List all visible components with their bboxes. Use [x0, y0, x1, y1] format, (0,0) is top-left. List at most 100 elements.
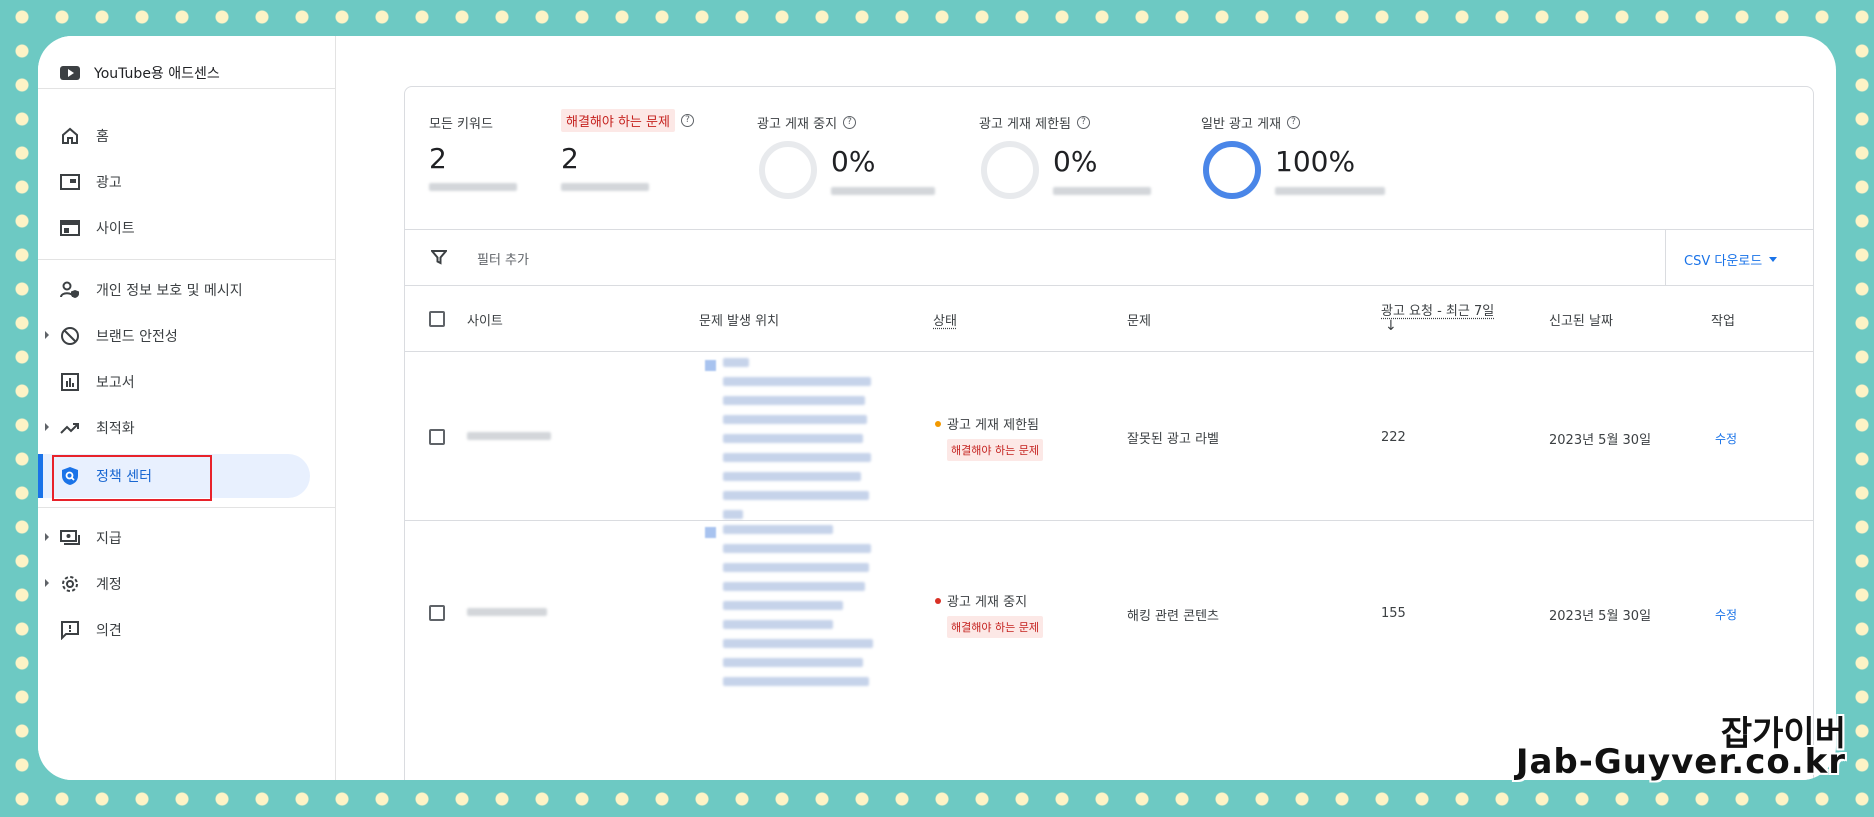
stat-label: 모든 키워드: [429, 117, 493, 132]
help-icon[interactable]: ?: [680, 114, 694, 127]
payments-icon: [60, 528, 80, 548]
stat-label: 일반 광고 게재: [1201, 117, 1282, 132]
feedback-icon: [60, 620, 80, 640]
stat-percent: 100%: [1275, 145, 1356, 178]
sidebar-item-account[interactable]: 계정: [38, 562, 310, 606]
sidebar-item-privacy[interactable]: 개인 정보 보호 및 메시지: [38, 268, 310, 312]
status-cell: 광고 게재 제한됨 해결해야 하는 문제: [935, 414, 1043, 461]
stat-percent: 0%: [831, 145, 876, 178]
privacy-icon: [60, 280, 80, 300]
expand-arrow-icon[interactable]: [45, 423, 49, 431]
help-icon[interactable]: ?: [1287, 116, 1301, 129]
chevron-down-icon: [1769, 257, 1778, 262]
help-icon[interactable]: ?: [1077, 116, 1090, 129]
issue-cell: 잘못된 광고 라벨: [1127, 432, 1219, 447]
csv-download-label: CSV 다운로드: [1684, 254, 1763, 269]
blurred-text: [1275, 187, 1385, 195]
expand-arrow-icon[interactable]: [45, 579, 49, 587]
table-row: 광고 게재 제한됨 해결해야 하는 문제 잘못된 광고 라벨 222 2023년…: [405, 352, 1813, 521]
blurred-text: [1053, 187, 1151, 195]
row-checkbox[interactable]: [429, 429, 445, 445]
fix-link[interactable]: 수정: [1715, 606, 1737, 623]
header-site[interactable]: 사이트: [467, 310, 503, 329]
table-header: 사이트 문제 발생 위치 상태 문제 광고 요청 - 최근 7일 ↓ 신고된 날…: [405, 286, 1813, 352]
stat-issues-to-fix[interactable]: 해결해야 하는 문제 ? 2: [561, 109, 694, 191]
summary-bar: 모든 키워드 2 해결해야 하는 문제 ? 2 광고 게재 중지? 0% 광고 …: [405, 87, 1813, 230]
stat-all-keywords[interactable]: 모든 키워드 2: [429, 113, 517, 191]
filter-icon[interactable]: [429, 249, 449, 269]
sidebar-item-ads[interactable]: 광고: [38, 160, 310, 204]
status-badge: 해결해야 하는 문제: [947, 616, 1043, 638]
status-dot: [935, 597, 941, 604]
stat-value: 2: [561, 142, 579, 175]
policy-issues-card: 모든 키워드 2 해결해야 하는 문제 ? 2 광고 게재 중지? 0% 광고 …: [404, 86, 1814, 780]
sidebar-item-optimization[interactable]: 최적화: [38, 406, 310, 450]
status-label: 광고 게재 중지: [947, 595, 1028, 610]
sidebar-item-label: 의견: [96, 623, 122, 639]
header-action: 작업: [1711, 314, 1735, 329]
blurred-text: [429, 183, 517, 191]
sidebar-item-label: 개인 정보 보호 및 메시지: [96, 283, 243, 299]
fix-link[interactable]: 수정: [1715, 430, 1737, 447]
select-all-checkbox[interactable]: [429, 311, 445, 327]
divider: [38, 259, 336, 260]
stat-label: 해결해야 하는 문제: [561, 109, 675, 132]
blurred-text: [831, 187, 935, 195]
sidebar-item-feedback[interactable]: 의견: [38, 608, 310, 652]
date-cell: 2023년 5월 30일: [1549, 433, 1652, 448]
sidebar-item-brand-safety[interactable]: 브랜드 안전성: [38, 314, 310, 358]
sidebar: YouTube용 애드센스 홈 광고 사이트 개인 정보 보호 및 메시지 브랜…: [38, 36, 336, 780]
sidebar-item-label: 광고: [96, 175, 122, 191]
requests-cell: 222: [1381, 430, 1406, 445]
sidebar-item-label: 계정: [96, 577, 122, 593]
status-label: 광고 게재 제한됨: [947, 418, 1039, 433]
header-issue[interactable]: 문제: [1127, 310, 1151, 329]
stat-value: 2: [429, 142, 447, 175]
expand-arrow-icon[interactable]: [45, 331, 49, 339]
add-filter-button[interactable]: 필터 추가: [477, 249, 529, 268]
help-icon[interactable]: ?: [843, 116, 857, 129]
status-badge: 해결해야 하는 문제: [947, 439, 1043, 461]
csv-download-button[interactable]: CSV 다운로드: [1684, 250, 1778, 269]
status-cell: 광고 게재 중지 해결해야 하는 문제: [935, 591, 1043, 638]
divider: [38, 88, 336, 89]
header-reported-date[interactable]: 신고된 날짜: [1549, 310, 1613, 329]
sidebar-item-reports[interactable]: 보고서: [38, 360, 310, 404]
header-status[interactable]: 상태: [933, 310, 957, 329]
blurred-location: [705, 525, 905, 696]
brand[interactable]: YouTube용 애드센스: [60, 62, 220, 84]
stat-ads-limited[interactable]: 광고 게재 제한됨?: [979, 113, 1090, 132]
divider: [38, 507, 336, 508]
blurred-site: [467, 608, 547, 616]
sidebar-item-label: 보고서: [96, 375, 135, 391]
adsense-window: YouTube용 애드센스 홈 광고 사이트 개인 정보 보호 및 메시지 브랜…: [38, 36, 1836, 780]
header-ad-requests[interactable]: 광고 요청 - 최근 7일: [1381, 300, 1494, 319]
stat-label: 광고 게재 제한됨: [979, 117, 1071, 132]
sidebar-item-label: 홈: [96, 129, 109, 145]
sort-arrow-icon[interactable]: ↓: [1385, 318, 1397, 334]
expand-arrow-icon[interactable]: [45, 533, 49, 541]
sidebar-item-payments[interactable]: 지급: [38, 516, 310, 560]
blurred-location: [705, 358, 905, 529]
requests-cell: 155: [1381, 606, 1406, 621]
progress-ring-normal: [1203, 141, 1261, 199]
filter-bar: 필터 추가 CSV 다운로드: [405, 230, 1813, 286]
reports-icon: [60, 372, 80, 392]
stat-ads-normal[interactable]: 일반 광고 게재?: [1201, 113, 1301, 132]
ads-icon: [60, 172, 80, 192]
home-icon: [60, 126, 80, 146]
sidebar-item-label: 지급: [96, 531, 122, 547]
sites-icon: [60, 218, 80, 238]
progress-ring-limited: [981, 141, 1039, 199]
highlight-box: [52, 455, 212, 501]
trending-icon: [60, 418, 80, 438]
sidebar-item-sites[interactable]: 사이트: [38, 206, 310, 250]
sidebar-item-home[interactable]: 홈: [38, 114, 310, 158]
blurred-text: [561, 183, 649, 191]
stat-percent: 0%: [1053, 145, 1098, 178]
sidebar-item-label: 최적화: [96, 421, 135, 437]
active-indicator: [38, 454, 43, 498]
header-location[interactable]: 문제 발생 위치: [699, 310, 779, 329]
stat-ads-stopped[interactable]: 광고 게재 중지?: [757, 113, 857, 132]
row-checkbox[interactable]: [429, 605, 445, 621]
